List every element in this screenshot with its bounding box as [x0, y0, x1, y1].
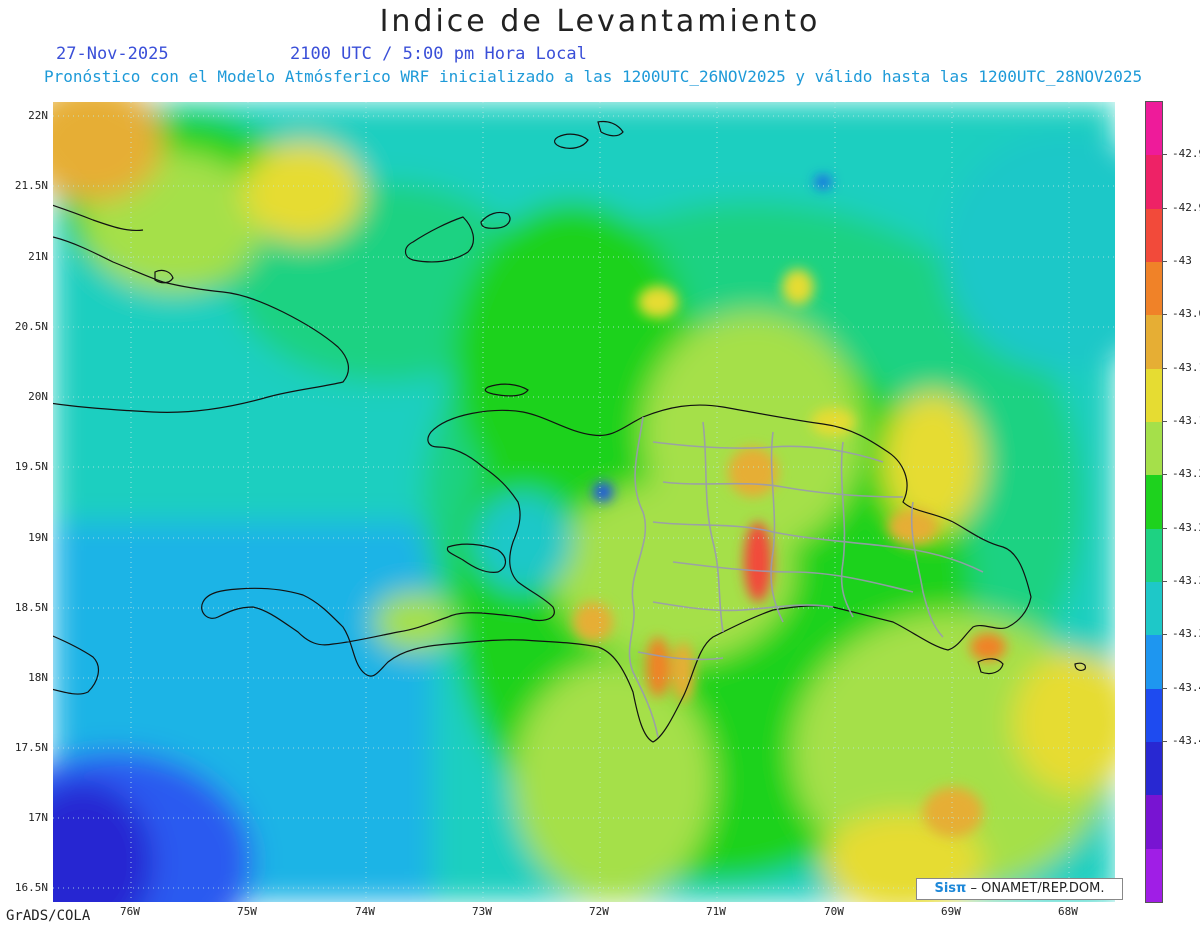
lon-label: 71W — [706, 905, 726, 918]
colorbar-swatch — [1146, 741, 1162, 796]
lon-label: 73W — [472, 905, 492, 918]
colorbar-tick — [1162, 154, 1167, 156]
colorbar-swatch — [1146, 315, 1162, 369]
colorbar-swatch — [1146, 368, 1162, 422]
lat-label: 21N — [28, 250, 48, 263]
colorbar-tick — [1162, 527, 1167, 529]
colorbar-swatch — [1146, 581, 1162, 636]
colorbar-swatch — [1146, 848, 1162, 902]
lat-label: 18.5N — [14, 601, 48, 614]
colorbar-label: -43.3 — [1172, 574, 1200, 587]
colorbar-label: -43.1 — [1172, 360, 1200, 374]
credit-box: Sisπ – ONAMET/REP.DOM. — [916, 878, 1123, 900]
colorbar-swatch — [1146, 102, 1162, 156]
colorbar — [1145, 101, 1163, 903]
colorbar-label: -43.0 — [1172, 307, 1200, 321]
model-info: Pronóstico con el Modelo Atmósferico WRF… — [44, 67, 1143, 86]
lon-label: 72W — [589, 905, 609, 918]
colorbar-label: -43.2 — [1172, 467, 1200, 481]
lat-label: 19.5N — [14, 460, 48, 473]
lifted-index-field — [53, 102, 1115, 902]
colorbar-label: -42.9 — [1172, 147, 1200, 161]
lat-label: 22N — [28, 109, 48, 122]
grads-footer: GrADS/COLA — [6, 908, 91, 924]
colorbar-swatch — [1146, 208, 1162, 262]
forecast-date: 27-Nov-2025 — [56, 44, 169, 64]
lon-label: 70W — [824, 905, 844, 918]
colorbar-swatch — [1146, 528, 1162, 582]
colorbar-label: -43 — [1172, 254, 1192, 267]
lon-label: 69W — [941, 905, 961, 918]
colorbar-swatch — [1146, 688, 1162, 742]
sispi-logo: Sisπ — [934, 881, 967, 896]
colorbar-label: -42.9 — [1172, 200, 1200, 214]
colorbar-label: -43.4 — [1172, 680, 1200, 694]
lon-label: 75W — [237, 905, 257, 918]
lat-label: 21.5N — [14, 179, 48, 192]
colorbar-tick — [1162, 261, 1167, 262]
colorbar-label: -43.4 — [1172, 734, 1200, 747]
colorbar-tick — [1162, 741, 1167, 742]
lon-label: 68W — [1058, 905, 1078, 918]
lat-label: 20N — [28, 390, 48, 403]
colorbar-tick — [1162, 474, 1167, 476]
lat-label: 17.5N — [14, 741, 48, 754]
lat-label: 19N — [28, 531, 48, 544]
colorbar-label: -43.1 — [1172, 414, 1200, 427]
lon-label: 74W — [355, 905, 375, 918]
colorbar-swatch — [1146, 261, 1162, 316]
credit-text: – ONAMET/REP.DOM. — [970, 881, 1105, 896]
chart-title: Indice de Levantamiento — [379, 4, 821, 39]
lifted-index-map — [53, 102, 1115, 902]
colorbar-label: -43.2 — [1172, 520, 1200, 534]
colorbar-tick — [1162, 421, 1167, 422]
colorbar-swatch — [1146, 635, 1162, 689]
colorbar-swatch — [1146, 475, 1162, 529]
colorbar-swatch — [1146, 155, 1162, 209]
colorbar-label: -43.3 — [1172, 627, 1200, 641]
colorbar-tick — [1162, 581, 1167, 582]
lat-label: 18N — [28, 671, 48, 684]
lat-label: 16.5N — [14, 881, 48, 894]
colorbar-tick — [1162, 367, 1167, 369]
colorbar-tick — [1162, 314, 1167, 316]
forecast-time: 2100 UTC / 5:00 pm Hora Local — [290, 44, 587, 64]
lat-label: 20.5N — [14, 320, 48, 333]
colorbar-swatch — [1146, 795, 1162, 849]
colorbar-swatch — [1146, 421, 1162, 476]
colorbar-tick — [1162, 634, 1167, 636]
colorbar-tick — [1162, 207, 1167, 209]
colorbar-tick — [1162, 687, 1167, 689]
lat-label: 17N — [28, 811, 48, 824]
lon-label: 76W — [120, 905, 140, 918]
